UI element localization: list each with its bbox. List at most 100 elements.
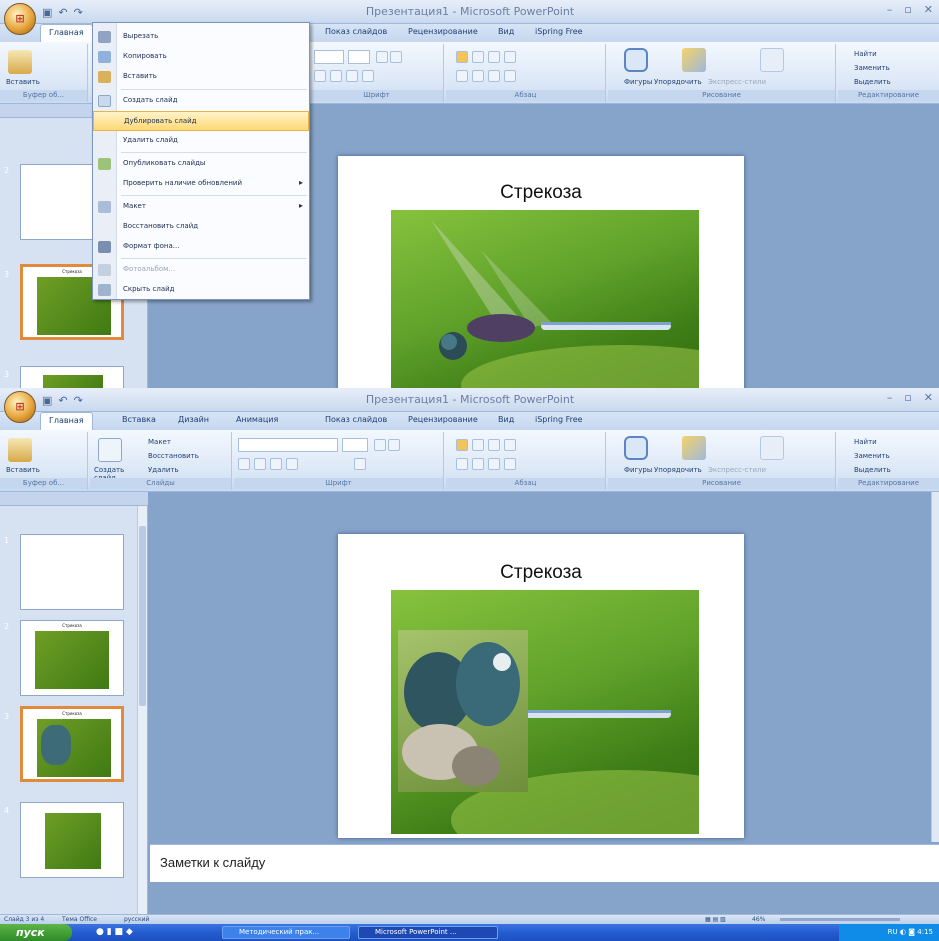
view-buttons-icon[interactable]: ▦ ▤ ▧ — [705, 916, 726, 923]
slides-scrollbar[interactable] — [137, 506, 147, 914]
close-icon[interactable]: ✕ — [924, 3, 933, 16]
shapes-label[interactable]: Фигуры — [624, 466, 652, 474]
bold-icon[interactable] — [314, 70, 326, 82]
replace-button[interactable]: Заменить — [854, 452, 890, 460]
numbering-icon[interactable] — [472, 439, 484, 451]
paste-icon[interactable] — [8, 438, 32, 462]
slide-thumbnail[interactable] — [20, 534, 124, 610]
menu-item-layout[interactable]: Макет ▸ — [93, 197, 309, 217]
menu-item-hide-slide[interactable]: Скрыть слайд — [93, 280, 309, 300]
increase-indent-icon[interactable] — [504, 51, 516, 63]
slide-thumbnail[interactable] — [20, 366, 124, 388]
status-language[interactable]: русский — [124, 916, 149, 923]
new-slide-icon[interactable] — [98, 438, 122, 462]
quick-styles-icon[interactable] — [760, 48, 784, 72]
zoom-level[interactable]: 46% — [752, 916, 765, 923]
select-button[interactable]: Выделить — [854, 78, 891, 86]
menu-item-delete-slide[interactable]: Удалить слайд — [93, 131, 309, 151]
tab-insert[interactable]: Вставка — [122, 415, 156, 424]
font-size-combo[interactable] — [342, 438, 368, 452]
tab-review[interactable]: Рецензирование — [408, 415, 478, 424]
justify-icon[interactable] — [504, 458, 516, 470]
menu-item-check-updates[interactable]: Проверить наличие обновлений ▸ — [93, 174, 309, 194]
slide-canvas[interactable]: Стрекоза — [338, 156, 744, 388]
menu-item-copy[interactable]: Копировать — [93, 47, 309, 67]
replace-button[interactable]: Заменить — [854, 64, 890, 72]
redo-icon[interactable]: ↷ — [74, 394, 83, 407]
quick-styles-icon[interactable] — [760, 436, 784, 460]
font-size-combo[interactable] — [348, 50, 370, 64]
slide-canvas[interactable]: Стрекоза — [338, 534, 744, 838]
quick-launch-icons[interactable]: ● ▮ ■ ◆ — [96, 927, 133, 937]
grow-font-icon[interactable] — [376, 51, 388, 63]
tab-view[interactable]: Вид — [498, 415, 514, 424]
italic-icon[interactable] — [254, 458, 266, 470]
shrink-font-icon[interactable] — [388, 439, 400, 451]
align-left-icon[interactable] — [456, 70, 468, 82]
save-icon[interactable]: ▣ — [42, 394, 52, 407]
menu-item-reset-slide[interactable]: Восстановить слайд — [93, 217, 309, 237]
maximize-icon[interactable]: ▫ — [904, 3, 911, 16]
strikethrough-icon[interactable] — [286, 458, 298, 470]
decrease-indent-icon[interactable] — [488, 51, 500, 63]
office-button[interactable]: ⊞ — [4, 391, 36, 423]
closeup-photo[interactable] — [398, 630, 528, 792]
shapes-icon[interactable] — [624, 48, 648, 72]
arrange-icon[interactable] — [682, 436, 706, 460]
find-button[interactable]: Найти — [854, 438, 877, 446]
minimize-icon[interactable]: – — [887, 391, 893, 404]
reset-button[interactable]: Восстановить — [148, 452, 199, 460]
arrange-label[interactable]: Упорядочить — [654, 466, 702, 474]
tab-slideshow[interactable]: Показ слайдов — [325, 27, 387, 36]
bullets-icon[interactable] — [456, 439, 468, 451]
undo-icon[interactable]: ↶ — [58, 6, 67, 19]
tray-icons[interactable]: ◐ ◙ — [900, 928, 915, 936]
undo-icon[interactable]: ↶ — [58, 394, 67, 407]
decrease-indent-icon[interactable] — [488, 439, 500, 451]
quick-styles-label[interactable]: Экспресс-стили — [708, 78, 766, 86]
shapes-icon[interactable] — [624, 436, 648, 460]
slide-scrollbar[interactable] — [931, 492, 939, 842]
bold-icon[interactable] — [238, 458, 250, 470]
pane-tabs[interactable] — [0, 492, 148, 506]
increase-indent-icon[interactable] — [504, 439, 516, 451]
menu-item-publish[interactable]: Опубликовать слайды — [93, 154, 309, 174]
underline-icon[interactable] — [270, 458, 282, 470]
tab-view[interactable]: Вид — [498, 27, 514, 36]
close-icon[interactable]: ✕ — [924, 391, 933, 404]
shrink-font-icon[interactable] — [390, 51, 402, 63]
align-center-icon[interactable] — [472, 70, 484, 82]
slide-thumbnail[interactable]: Стрекоза — [20, 620, 124, 696]
justify-icon[interactable] — [504, 70, 516, 82]
numbering-icon[interactable] — [472, 51, 484, 63]
tray-language[interactable]: RU — [888, 928, 898, 936]
notes-pane[interactable]: Заметки к слайду — [150, 844, 939, 882]
find-button[interactable]: Найти — [854, 50, 877, 58]
zoom-slider[interactable] — [780, 918, 900, 921]
arrange-label[interactable]: Упорядочить — [654, 78, 702, 86]
start-button[interactable]: пуск — [0, 924, 72, 941]
taskbar-item-document[interactable]: Методический прак... — [222, 926, 350, 939]
bullets-icon[interactable] — [456, 51, 468, 63]
tab-animation[interactable]: Анимация — [236, 415, 278, 424]
align-right-icon[interactable] — [488, 458, 500, 470]
maximize-icon[interactable]: ▫ — [904, 391, 911, 404]
tab-ispring[interactable]: iSpring Free — [535, 27, 583, 36]
menu-item-cut[interactable]: Вырезать — [93, 27, 309, 47]
arrange-icon[interactable] — [682, 48, 706, 72]
tab-ispring[interactable]: iSpring Free — [535, 415, 583, 424]
redo-icon[interactable]: ↷ — [74, 6, 83, 19]
menu-item-duplicate-slide[interactable]: Дублировать слайд — [93, 111, 309, 131]
minimize-icon[interactable]: – — [887, 3, 893, 16]
paste-icon[interactable] — [8, 50, 32, 74]
shapes-label[interactable]: Фигуры — [624, 78, 652, 86]
font-color-icon[interactable] — [362, 70, 374, 82]
menu-item-format-background[interactable]: Формат фона... — [93, 237, 309, 257]
menu-item-new-slide[interactable]: Создать слайд — [93, 91, 309, 111]
slide-title[interactable]: Стрекоза — [338, 182, 744, 204]
font-name-combo[interactable] — [238, 438, 338, 452]
quick-styles-label[interactable]: Экспресс-стили — [708, 466, 766, 474]
grow-font-icon[interactable] — [374, 439, 386, 451]
slide-thumbnail[interactable] — [20, 802, 124, 878]
align-right-icon[interactable] — [488, 70, 500, 82]
